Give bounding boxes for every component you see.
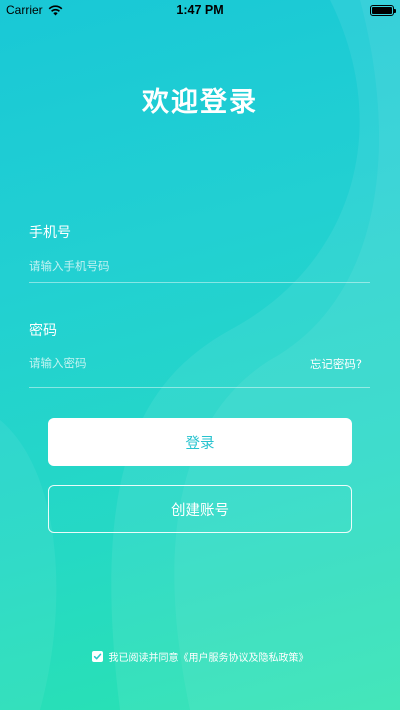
agreement-row: 我已阅读并同意《用户服务协议及隐私政策》 bbox=[0, 649, 400, 664]
password-input[interactable] bbox=[29, 346, 299, 380]
battery-icon bbox=[370, 4, 396, 16]
create-account-button[interactable]: 创建账号 bbox=[48, 485, 352, 533]
login-button[interactable]: 登录 bbox=[48, 418, 352, 466]
status-time: 1:47 PM bbox=[176, 3, 224, 17]
checkmark-icon bbox=[93, 653, 101, 660]
battery-level bbox=[372, 6, 392, 14]
phone-label: 手机号 bbox=[29, 225, 71, 241]
status-bar: Carrier 1:47 PM bbox=[0, 0, 400, 20]
agreement-text[interactable]: 我已阅读并同意《用户服务协议及隐私政策》 bbox=[109, 649, 309, 664]
phone-input[interactable] bbox=[29, 249, 370, 283]
forgot-password-link[interactable]: 忘记密码? bbox=[310, 356, 362, 372]
page-title: 欢迎登录 bbox=[142, 87, 258, 118]
password-underline bbox=[29, 387, 370, 388]
agreement-checkbox[interactable] bbox=[91, 651, 103, 662]
password-label: 密码 bbox=[29, 323, 57, 339]
